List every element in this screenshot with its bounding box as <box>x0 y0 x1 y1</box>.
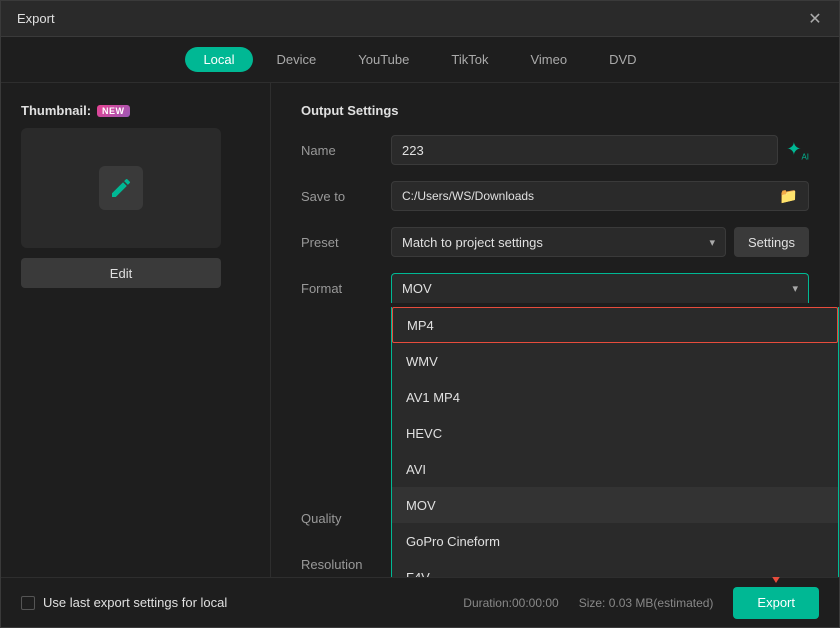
preset-label: Preset <box>301 235 391 250</box>
tab-youtube[interactable]: YouTube <box>340 47 427 72</box>
bottom-info: Duration:00:00:00 Size: 0.03 MB(estimate… <box>463 596 713 610</box>
ai-icon[interactable]: ✦AI <box>786 139 809 162</box>
preset-input-group: Match to project settings ▾ Settings <box>391 227 809 257</box>
format-option-f4v[interactable]: F4V <box>392 559 838 577</box>
format-value: MOV <box>402 281 432 296</box>
quality-label: Quality <box>301 511 391 526</box>
name-input[interactable] <box>391 135 778 165</box>
tab-local[interactable]: Local <box>185 47 252 72</box>
format-select[interactable]: MOV ▾ <box>391 273 809 303</box>
pencil-icon <box>109 176 133 200</box>
tab-device[interactable]: Device <box>259 47 335 72</box>
name-row: Name ✦AI <box>301 134 809 166</box>
thumbnail-label: Thumbnail: NEW <box>21 103 130 118</box>
tab-tiktok[interactable]: TikTok <box>433 47 506 72</box>
format-option-wmv[interactable]: WMV <box>392 343 838 379</box>
duration-info: Duration:00:00:00 <box>463 596 558 610</box>
titlebar: Export ✕ <box>1 1 839 37</box>
preset-select[interactable]: Match to project settings ▾ <box>391 227 726 257</box>
preset-row: Preset Match to project settings ▾ Setti… <box>301 226 809 258</box>
tabs-bar: Local Device YouTube TikTok Vimeo DVD <box>1 37 839 83</box>
output-settings-title: Output Settings <box>301 103 809 118</box>
format-option-av1mp4[interactable]: AV1 MP4 <box>392 379 838 415</box>
edit-button[interactable]: Edit <box>21 258 221 288</box>
export-window: Export ✕ Local Device YouTube TikTok Vim… <box>0 0 840 628</box>
thumbnail-box <box>21 128 221 248</box>
new-badge: NEW <box>97 105 130 117</box>
save-to-label: Save to <box>301 189 391 204</box>
close-button[interactable]: ✕ <box>807 11 823 27</box>
last-export-checkbox[interactable] <box>21 596 35 610</box>
format-option-gopro[interactable]: GoPro Cineform <box>392 523 838 559</box>
preset-value: Match to project settings <box>402 235 543 250</box>
format-option-hevc[interactable]: HEVC <box>392 415 838 451</box>
save-to-input[interactable]: C:/Users/WS/Downloads 📁 <box>391 181 809 211</box>
tab-vimeo[interactable]: Vimeo <box>512 47 585 72</box>
export-button[interactable]: Export <box>733 587 819 619</box>
save-to-row: Save to C:/Users/WS/Downloads 📁 <box>301 180 809 212</box>
folder-icon[interactable]: 📁 <box>779 187 798 205</box>
window-title: Export <box>17 11 55 26</box>
settings-button[interactable]: Settings <box>734 227 809 257</box>
name-label: Name <box>301 143 391 158</box>
checkbox-row: Use last export settings for local <box>21 595 227 610</box>
resolution-label: Resolution <box>301 557 391 572</box>
last-export-label: Use last export settings for local <box>43 595 227 610</box>
bottom-bar: Use last export settings for local Durat… <box>1 577 839 627</box>
format-option-avi[interactable]: AVI <box>392 451 838 487</box>
thumbnail-icon <box>99 166 143 210</box>
left-panel: Thumbnail: NEW Edit <box>1 83 271 577</box>
format-option-mov[interactable]: MOV <box>392 487 838 523</box>
format-label: Format <box>301 281 391 296</box>
size-info: Size: 0.03 MB(estimated) <box>579 596 714 610</box>
format-chevron-icon: ▾ <box>792 282 798 295</box>
tab-dvd[interactable]: DVD <box>591 47 654 72</box>
preset-chevron-icon: ▾ <box>709 236 715 249</box>
format-dropdown: MP4 WMV AV1 MP4 HEVC AVI MOV GoP <box>391 307 839 577</box>
save-to-path: C:/Users/WS/Downloads <box>402 189 534 203</box>
format-row: Format MOV ▾ <box>301 272 809 304</box>
right-panel: Output Settings Name ✦AI Save to C:/User… <box>271 83 839 577</box>
format-option-mp4[interactable]: MP4 <box>392 307 838 343</box>
main-content: Thumbnail: NEW Edit Output Settings Name <box>1 83 839 577</box>
name-input-group: ✦AI <box>391 135 809 165</box>
